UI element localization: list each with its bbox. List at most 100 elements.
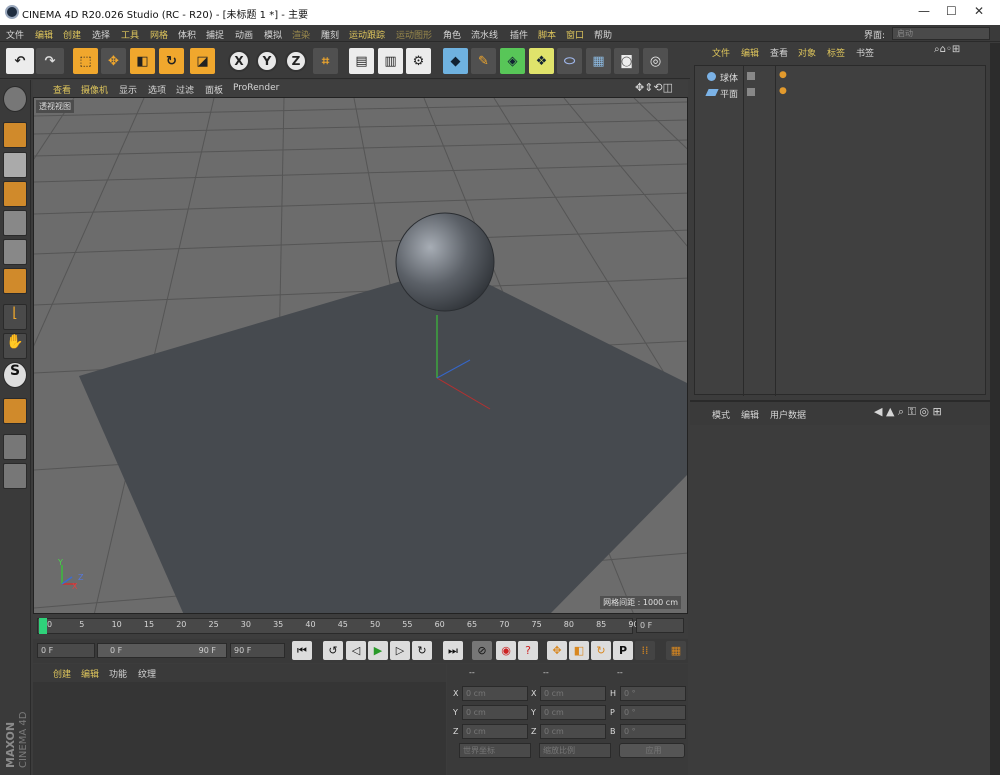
attr-menu-edit[interactable]: 编辑 <box>741 408 759 421</box>
coord-pos-z-field[interactable]: 0 cm <box>462 724 528 739</box>
coordinate-system-icon[interactable]: ⌗ <box>313 48 338 74</box>
object-name-plane[interactable]: 平面 <box>720 87 738 100</box>
previous-frame-icon[interactable]: ◁ <box>346 641 366 660</box>
workplane-mode-icon[interactable] <box>3 181 27 207</box>
right-side-tabs[interactable] <box>990 43 1000 775</box>
menu-window[interactable]: 窗口 <box>566 28 584 41</box>
obj-menu-tag[interactable]: 标签 <box>827 46 845 59</box>
coord-pos-x-field[interactable]: 0 cm <box>462 686 528 701</box>
live-selection-icon[interactable]: ⬚ <box>73 48 98 74</box>
object-row-sphere[interactable]: 球体 ● <box>695 70 985 84</box>
menu-tools[interactable]: 工具 <box>121 28 139 41</box>
menu-help[interactable]: 帮助 <box>594 28 612 41</box>
coord-rot-b-field[interactable]: 0 ° <box>620 724 686 739</box>
scale-icon[interactable]: ◧ <box>130 48 155 74</box>
recent-tool-icon[interactable]: ◪ <box>190 48 215 74</box>
cube-icon[interactable]: ◆ <box>443 48 468 74</box>
timeline-playhead[interactable] <box>39 618 47 634</box>
go-to-end-icon[interactable]: ⏭ <box>443 641 463 660</box>
menu-file[interactable]: 文件 <box>6 28 24 41</box>
z-axis-lock-button[interactable]: Z <box>285 50 307 72</box>
menu-mesh[interactable]: 网格 <box>150 28 168 41</box>
object-row-plane[interactable]: 平面 ● <box>695 86 985 100</box>
menu-simulate[interactable]: 模拟 <box>264 28 282 41</box>
plane-tag-icon[interactable]: ● <box>779 86 787 96</box>
attr-nav-icons[interactable]: ◀ ▲ ⌕ ⚿ ◎ ⊞ <box>874 405 942 419</box>
coord-world-select[interactable]: 世界坐标 <box>459 743 531 758</box>
keyframe-selection-icon[interactable]: ⊘ <box>472 641 492 660</box>
record-active-icon[interactable]: ◉ <box>496 641 516 660</box>
timeline-end-field[interactable]: 0 F <box>636 618 684 633</box>
subdivision-icon[interactable]: ◈ <box>500 48 525 74</box>
menu-edit[interactable]: 编辑 <box>35 28 53 41</box>
menu-motion-tracking[interactable]: 运动跟踪 <box>349 28 385 41</box>
pen-icon[interactable]: ✎ <box>471 48 496 74</box>
maximize-button[interactable]: ☐ <box>946 4 957 18</box>
viewport[interactable]: 透视视图 Y Z X 网格间距 : 1000 cm <box>33 97 688 614</box>
render-picture-viewer-icon[interactable]: ▥ <box>378 48 403 74</box>
solo-mode-icon[interactable]: S <box>3 362 27 388</box>
array-icon[interactable]: ❖ <box>529 48 554 74</box>
deformer-icon[interactable]: ⬭ <box>557 48 582 74</box>
previous-key-icon[interactable]: ↺ <box>323 641 343 660</box>
snap-icon[interactable] <box>3 398 27 424</box>
coord-size-x-field[interactable]: 0 cm <box>540 686 606 701</box>
mat-menu-edit[interactable]: 编辑 <box>81 667 99 680</box>
model-mode-icon[interactable] <box>3 122 27 148</box>
vp-menu-panel[interactable]: 面板 <box>205 83 223 96</box>
mat-menu-texture[interactable]: 纹理 <box>138 667 156 680</box>
points-mode-icon[interactable] <box>3 210 27 236</box>
plane-visibility-icon[interactable] <box>747 88 755 96</box>
menu-create[interactable]: 创建 <box>63 28 81 41</box>
key-position-icon[interactable]: ✥ <box>547 641 567 660</box>
next-frame-icon[interactable]: ▷ <box>390 641 410 660</box>
attr-menu-mode[interactable]: 模式 <box>712 408 730 421</box>
texture-mode-icon[interactable] <box>3 152 27 178</box>
mat-menu-function[interactable]: 功能 <box>109 667 127 680</box>
vp-menu-view[interactable]: 查看 <box>53 83 71 96</box>
undo-button[interactable]: ↶ <box>6 48 34 74</box>
obj-menu-bookmark[interactable]: 书签 <box>856 46 874 59</box>
menu-snap[interactable]: 捕捉 <box>206 28 224 41</box>
mat-menu-create[interactable]: 创建 <box>53 667 71 680</box>
render-view-icon[interactable]: ▤ <box>349 48 374 74</box>
apply-button[interactable]: 应用 <box>619 743 685 758</box>
menu-plugins[interactable]: 插件 <box>510 28 528 41</box>
camera-icon[interactable]: ◙ <box>614 48 639 74</box>
obj-search-icon[interactable]: ⌕⌂◦⊞ <box>934 44 960 55</box>
vp-menu-filter[interactable]: 过滤 <box>176 83 194 96</box>
y-axis-lock-button[interactable]: Y <box>256 50 278 72</box>
menu-pipeline[interactable]: 流水线 <box>471 28 498 41</box>
menu-volume[interactable]: 体积 <box>178 28 196 41</box>
axis-mode-icon[interactable]: ⌊ <box>3 304 27 330</box>
vp-menu-options[interactable]: 选项 <box>148 83 166 96</box>
rotate-icon[interactable]: ↻ <box>159 48 184 74</box>
x-axis-lock-button[interactable]: X <box>228 50 250 72</box>
menu-mograph[interactable]: 运动图形 <box>396 28 432 41</box>
tweak-mode-icon[interactable]: ✋ <box>3 333 27 359</box>
planar-workplane-icon[interactable] <box>3 463 27 489</box>
menu-sculpt[interactable]: 雕刻 <box>321 28 339 41</box>
play-icon[interactable]: ▶ <box>368 641 388 660</box>
obj-menu-view[interactable]: 查看 <box>770 46 788 59</box>
sphere-tag-icon[interactable]: ● <box>779 70 787 80</box>
redo-button[interactable]: ↷ <box>36 48 64 74</box>
vp-menu-prorender[interactable]: ProRender <box>233 83 279 93</box>
menu-character[interactable]: 角色 <box>443 28 461 41</box>
scheme-icon[interactable]: ▦ <box>666 641 686 660</box>
range-slider[interactable]: 0 F 90 F <box>97 643 227 658</box>
start-frame-field[interactable]: 0 F <box>37 643 95 658</box>
go-to-start-icon[interactable]: ⏮ <box>292 641 312 660</box>
menu-select[interactable]: 选择 <box>92 28 110 41</box>
end-frame-field[interactable]: 90 F <box>230 643 285 658</box>
object-name-sphere[interactable]: 球体 <box>720 71 738 84</box>
polygons-mode-icon[interactable] <box>3 268 27 294</box>
attr-menu-user-data[interactable]: 用户数据 <box>770 408 806 421</box>
material-area[interactable] <box>33 682 446 775</box>
sphere-visibility-icon[interactable] <box>747 72 755 80</box>
make-editable-icon[interactable] <box>3 86 27 112</box>
coord-scale-select[interactable]: 缩放比例 <box>539 743 611 758</box>
vp-menu-camera[interactable]: 摄像机 <box>81 83 108 96</box>
viewport-nav-icon[interactable]: ✥⇕⟲◫ <box>635 81 673 94</box>
key-parameter-icon[interactable]: P <box>613 641 633 660</box>
